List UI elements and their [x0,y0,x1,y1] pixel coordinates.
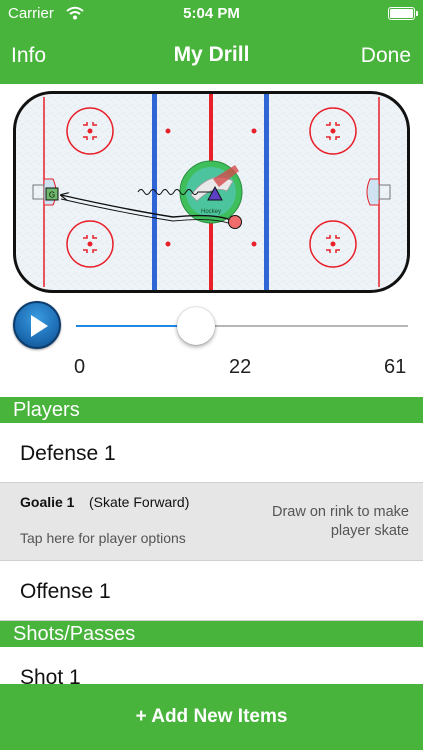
center-logo-text: Hockey [201,209,221,215]
faceoff-dot [165,128,171,134]
player-action: (Skate Forward) [89,494,190,510]
faceoff-dot [165,241,171,247]
status-time: 5:04 PM [183,5,240,22]
list-item-defense-1[interactable]: Defense 1 [0,423,423,483]
player-name: Goalie 1 [20,494,75,510]
done-button[interactable]: Done [361,44,411,68]
section-header-players: Players [0,397,423,423]
play-icon [31,315,48,337]
player-options-link[interactable]: Tap here for player options [20,530,186,546]
timeline-current: 22 [229,356,252,378]
timeline-min: 0 [74,356,86,378]
list-item-label: Defense 1 [20,442,116,465]
goalie-marker-label: G [49,191,55,200]
add-new-items-button[interactable]: + Add New Items [0,684,423,750]
list-item-label: Offense 1 [20,580,111,603]
info-button[interactable]: Info [11,44,46,68]
status-bar: Carrier 5:04 PM [0,0,423,28]
defense-marker[interactable] [228,215,242,229]
faceoff-dot [251,241,257,247]
nav-bar: Info My Drill Done [0,28,423,84]
faceoff-dot [251,128,257,134]
skate-hint: Draw on rink to make player skate [272,504,409,539]
blue-line-right [264,94,269,290]
list-item-goalie-1[interactable]: Goalie 1 (Skate Forward) Tap here for pl… [0,483,423,561]
section-header-shots-passes: Shots/Passes [0,621,423,647]
list-item-offense-1[interactable]: Offense 1 [0,561,423,621]
timeline-slider[interactable] [76,306,408,346]
slider-thumb[interactable] [176,307,215,345]
battery-icon [388,7,418,20]
timeline-labels: 0 22 61 [0,356,423,380]
play-button[interactable] [13,301,61,349]
rink-canvas[interactable]: Hockey G [13,91,410,293]
page-title: My Drill [173,43,250,66]
timeline-max: 61 [384,356,407,378]
goal-crease-right [366,178,380,206]
